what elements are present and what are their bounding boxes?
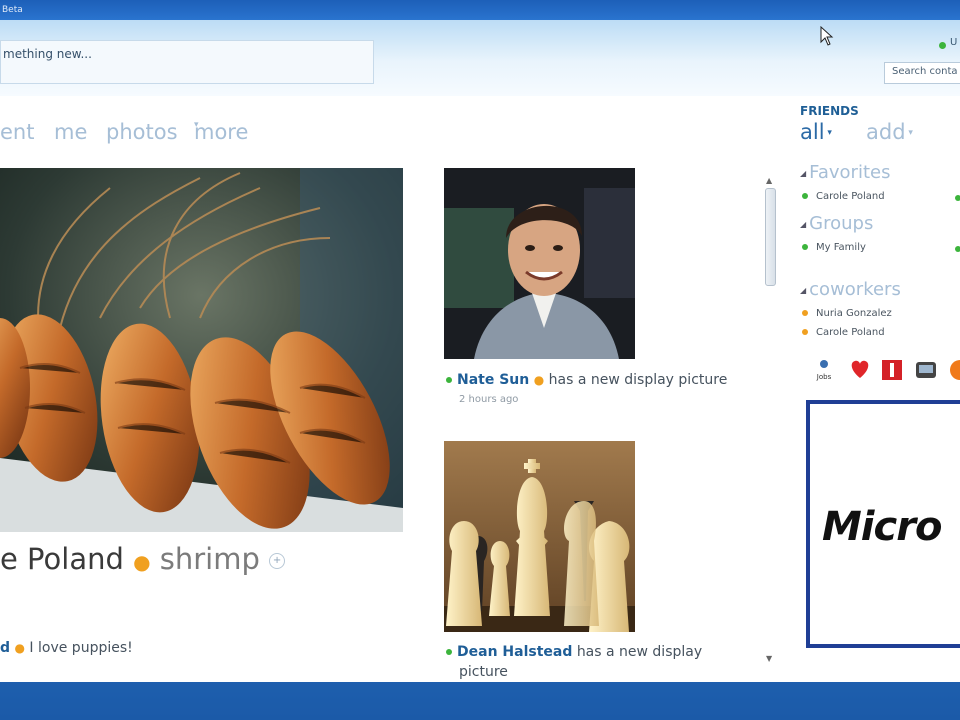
friends-title: FRIENDS	[800, 104, 859, 118]
dropdown-arrow-icon: ▾	[905, 128, 913, 138]
feed-timestamp: 2 hours ago	[459, 394, 519, 405]
featured-caption: e Poland ● shrimp +	[0, 542, 286, 576]
feed-activity-text-continued: picture	[459, 664, 508, 680]
dropdown-arrow-icon: ▾	[194, 120, 199, 130]
tab-photos[interactable]: photos	[106, 120, 178, 144]
featured-photo-tag[interactable]: shrimp	[160, 542, 260, 576]
add-comment-icon[interactable]: +	[269, 553, 286, 569]
featured-contact-name[interactable]: e Poland	[0, 542, 124, 576]
window-titlebar: Beta	[0, 0, 960, 20]
presence-label[interactable]: U	[950, 37, 957, 48]
feed-scrollbar[interactable]: ▲ ▼	[763, 176, 778, 666]
jobs-label: Jobs	[816, 373, 832, 381]
scrollbar-thumb[interactable]	[765, 188, 776, 286]
window-title: Beta	[2, 5, 23, 15]
status-update-name[interactable]: d	[0, 640, 10, 656]
contact-carole-poland[interactable]: Carole Poland	[802, 191, 885, 202]
tab-recent[interactable]: ent	[0, 120, 34, 144]
microsoft-ad-banner[interactable]: Micro	[806, 400, 960, 648]
status-message-input[interactable]: mething new...	[0, 40, 374, 84]
search-contacts-input[interactable]: Search conta	[884, 62, 960, 84]
status-dot-icon: ●	[14, 641, 25, 655]
online-status-icon	[955, 246, 960, 252]
main-content: ent me photos more ▾ e Poland ● shrimp +…	[0, 96, 960, 682]
friends-view-all[interactable]: all ▾	[800, 120, 832, 144]
group-label: coworkers	[809, 279, 901, 300]
online-status-icon	[955, 195, 960, 201]
friends-view-all-label: all	[800, 120, 825, 144]
contact-my-family[interactable]: My Family	[802, 242, 866, 253]
feed-item-nate-sun: Nate Sun ● has a new display picture	[446, 372, 727, 388]
online-status-icon	[446, 377, 452, 383]
featured-photo-shrimp[interactable]	[0, 168, 403, 532]
dean-halstead-display-picture[interactable]	[444, 441, 635, 632]
jobs-icon[interactable]: Jobs	[814, 358, 834, 386]
scroll-up-arrow-icon[interactable]: ▲	[766, 176, 772, 185]
contact-name: My Family	[816, 242, 866, 253]
heart-icon[interactable]	[848, 358, 872, 384]
feed-contact-name[interactable]: Nate Sun	[457, 372, 529, 388]
group-coworkers[interactable]: ◢ coworkers	[800, 279, 901, 300]
contact-carole-poland-coworker[interactable]: Carole Poland	[802, 327, 885, 338]
sidebar-app-icons: Jobs	[814, 358, 960, 384]
group-label: Favorites	[809, 162, 891, 183]
mouse-cursor-icon	[820, 26, 834, 46]
status-dot-icon: ●	[133, 550, 151, 574]
dropdown-arrow-icon: ▾	[824, 128, 832, 138]
shrimp-photo-image	[0, 168, 403, 532]
away-status-icon	[802, 310, 808, 316]
online-status-icon	[802, 244, 808, 250]
online-status-icon	[446, 649, 452, 655]
friends-panel: FRIENDS all ▾ add ▾ ◢ Favorites Carole Po…	[800, 96, 960, 682]
group-favorites[interactable]: ◢ Favorites	[800, 162, 890, 183]
status-update-text: I love puppies!	[29, 640, 133, 656]
friends-add-label: add	[866, 120, 906, 144]
feed-activity-text: has a new display picture	[548, 372, 728, 388]
group-label: Groups	[809, 213, 874, 234]
contact-name: Carole Poland	[816, 191, 885, 202]
friends-add[interactable]: add ▾	[866, 120, 913, 144]
tab-more-label: more	[194, 120, 249, 144]
nate-sun-display-picture[interactable]	[444, 168, 635, 359]
presence-status-icon[interactable]	[939, 42, 946, 49]
status-dot-icon: ●	[533, 373, 545, 387]
game-icon[interactable]	[914, 358, 938, 386]
collapse-arrow-icon[interactable]: ◢	[800, 286, 806, 295]
nate-sun-photo-image	[444, 168, 635, 359]
collapse-arrow-icon[interactable]: ◢	[800, 169, 806, 178]
search-contacts-placeholder: Search conta	[892, 66, 958, 77]
app-icon[interactable]	[948, 358, 960, 386]
group-groups[interactable]: ◢ Groups	[800, 213, 873, 234]
ad-logo-text: Micro	[822, 504, 942, 550]
online-status-icon	[802, 193, 808, 199]
contact-name: Carole Poland	[816, 327, 885, 338]
desktop-background	[0, 682, 960, 720]
feed-contact-name[interactable]: Dean Halstead	[457, 644, 572, 660]
status-placeholder: mething new...	[3, 47, 92, 61]
contact-nuria-gonzalez[interactable]: Nuria Gonzalez	[802, 308, 892, 319]
feed-activity-text: has a new display	[576, 644, 703, 660]
tab-me[interactable]: me	[54, 120, 87, 144]
away-status-icon	[802, 329, 808, 335]
bookmark-icon[interactable]	[880, 358, 904, 386]
contact-name: Nuria Gonzalez	[816, 308, 892, 319]
scroll-down-arrow-icon[interactable]: ▼	[766, 654, 772, 663]
status-update-line: d ● I love puppies!	[0, 640, 133, 656]
chess-photo-image	[444, 441, 635, 632]
feed-item-dean-halstead: Dean Halstead has a new display	[446, 644, 702, 660]
collapse-arrow-icon[interactable]: ◢	[800, 220, 806, 229]
